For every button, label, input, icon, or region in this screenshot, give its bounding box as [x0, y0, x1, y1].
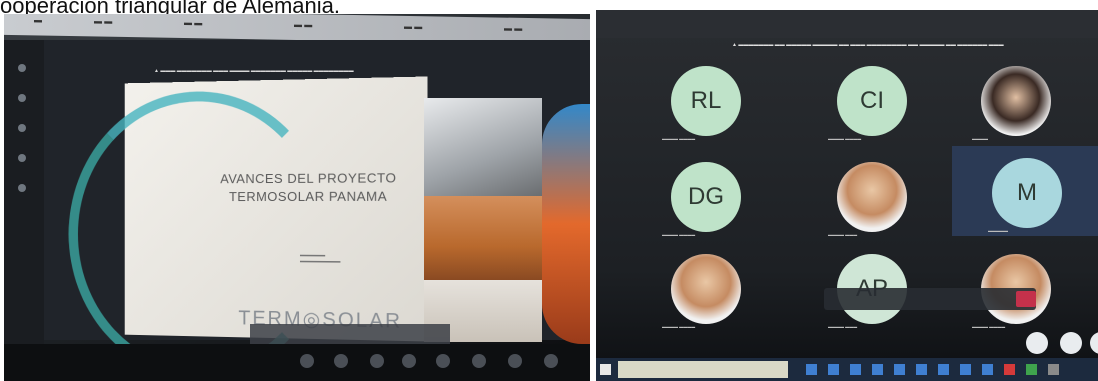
participant-tile[interactable]: CI ▬▬▬▬ ▬▬▬▬ [792, 54, 942, 144]
participant-tile[interactable]: RL ▬▬▬▬ ▬▬▬▬ [626, 54, 776, 144]
app-icon[interactable] [806, 364, 817, 375]
circle-button[interactable] [1060, 332, 1082, 354]
circle-icon [436, 354, 450, 368]
app-icon[interactable] [850, 364, 861, 375]
participant-photo [837, 162, 907, 232]
app-icon[interactable] [982, 364, 993, 375]
meeting-header [596, 10, 1098, 38]
browser-tab: ▬ ▬ [504, 23, 523, 33]
app-icon[interactable] [872, 364, 883, 375]
app-icon[interactable] [828, 364, 839, 375]
participant-name: ▬▬▬▬ ▬▬▬▬ [662, 232, 696, 237]
participant-name: ▬▬▬▬ [972, 136, 988, 141]
participant-name: ▬▬▬▬ ▬▬▬ [828, 232, 858, 237]
browser-tab: ▬ [34, 15, 42, 25]
windows-taskbar [596, 358, 1098, 381]
nav-icon [18, 184, 26, 192]
presentation-slide: AVANCES DEL PROYECTO TERMOSOLAR PANAMA ▬… [68, 76, 428, 381]
participant-video [424, 196, 542, 280]
app-icon[interactable] [894, 364, 905, 375]
participant-tile[interactable]: ▬▬▬▬ ▬▬▬ [792, 150, 942, 240]
participant-tile[interactable]: AP ▬▬▬▬ ▬▬▬ [792, 242, 942, 332]
circle-icon [472, 354, 486, 368]
circle-icon [334, 354, 348, 368]
participant-name: ▬▬▬▬ ▬▬▬▬ [828, 136, 862, 141]
background-decoration [542, 104, 590, 344]
participant-tile-active[interactable]: M ▬▬▬▬▬ [952, 146, 1098, 236]
browser-tab: ▬ ▬ [404, 21, 423, 32]
meeting-controls[interactable] [250, 324, 450, 344]
nav-icon [18, 64, 26, 72]
app-icon[interactable] [960, 364, 971, 375]
app-icon[interactable] [1004, 364, 1015, 375]
circle-icon [402, 354, 416, 368]
end-call-button[interactable] [1016, 291, 1036, 307]
app-icon[interactable] [916, 364, 927, 375]
slide-title-line: AVANCES DEL PROYECTO [220, 170, 397, 187]
participant-name: ▬▬▬▬ ▬▬▬▬ [662, 136, 696, 141]
right-meeting-photo: ▲ ▬▬▬▬▬▬▬ ▬▬ ▬▬▬▬▬ ▬▬▬▬▬ ▬▬ ▬▬▬ ▬▬▬▬▬▬▬▬… [596, 10, 1098, 381]
slide-title-line: TERMOSOLAR PANAMA [229, 188, 388, 205]
slide-title: AVANCES DEL PROYECTO TERMOSOLAR PANAMA [213, 169, 404, 206]
browser-tab: ▬ ▬ [94, 16, 113, 26]
meeting-notice-text: ▲ ▬▬▬ ▬▬▬▬▬▬▬ ▬▬▬ ▬▬▬▬ ▬▬▬▬▬▬▬ ▬▬▬▬▬ ▬▬▬… [154, 68, 354, 74]
participant-photo [981, 66, 1051, 136]
participant-avatar: CI [837, 66, 907, 136]
participant-name: ▬▬▬▬ ▬▬▬▬ [662, 324, 696, 329]
circle-icon [508, 354, 522, 368]
participant-name: ▬▬▬▬ ▬▬▬▬ [972, 324, 1006, 329]
circle-icon [370, 354, 384, 368]
browser-tab: ▬ ▬ [294, 19, 313, 30]
circle-button[interactable] [1026, 332, 1048, 354]
app-icon[interactable] [1048, 364, 1059, 375]
circle-icon [300, 354, 314, 368]
taskbar-search-box[interactable] [618, 361, 788, 378]
left-meeting-photo: ▬ ▬ ▬ ▬ ▬ ▬ ▬ ▬ ▬ ▬ ▬ ▲ ▬▬▬ ▬▬▬▬▬▬▬ ▬▬▬ … [4, 14, 590, 381]
participant-avatar: M [992, 158, 1062, 228]
meeting-controls[interactable] [824, 288, 1036, 310]
browser-tab: ▬ ▬ [184, 18, 203, 28]
monitor-bottom-bar [4, 344, 590, 381]
nav-icon [18, 154, 26, 162]
circle-icon [544, 354, 558, 368]
participant-tile[interactable]: ▬▬▬▬ [936, 54, 1086, 144]
app-sidebar [4, 40, 44, 350]
participant-avatar: RL [671, 66, 741, 136]
meeting-notice-text: ▲ ▬▬▬▬▬▬▬ ▬▬ ▬▬▬▬▬ ▬▬▬▬▬ ▬▬ ▬▬▬ ▬▬▬▬▬▬▬▬… [732, 42, 1004, 48]
participant-name: ▬▬▬▬ ▬▬▬ [828, 324, 858, 329]
participant-tile[interactable]: ▬▬▬▬ ▬▬▬▬ [626, 242, 776, 332]
slide-subtitle-lines: ▬▬▬▬▬ ▬▬▬▬▬▬▬▬ [299, 252, 341, 265]
participant-name: ▬▬▬▬▬ [988, 228, 1008, 233]
participant-avatar: DG [671, 162, 741, 232]
participant-tile[interactable]: ▬▬▬▬ ▬▬▬▬ [936, 242, 1086, 332]
windows-start-icon[interactable] [600, 364, 611, 375]
participant-tile[interactable]: DG ▬▬▬▬ ▬▬▬▬ [626, 150, 776, 240]
participant-video [424, 98, 542, 196]
nav-icon [18, 124, 26, 132]
nav-icon [18, 94, 26, 102]
participant-photo [671, 254, 741, 324]
app-icon[interactable] [938, 364, 949, 375]
circle-button[interactable] [1090, 332, 1098, 354]
app-icon[interactable] [1026, 364, 1037, 375]
